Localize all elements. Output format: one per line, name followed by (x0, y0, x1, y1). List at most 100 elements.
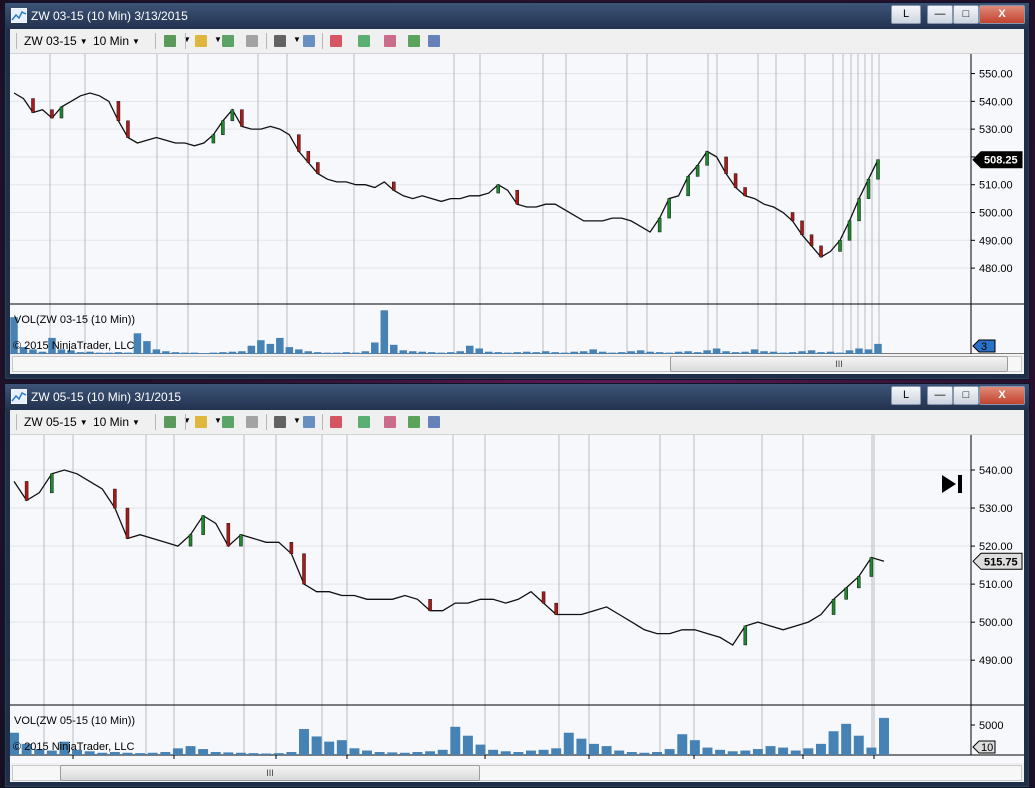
candlestick-style-icon[interactable] (162, 414, 180, 430)
toolbar-grip (16, 414, 17, 430)
chevron-down-icon[interactable]: ▼ (293, 35, 301, 51)
volume-bar (374, 752, 385, 755)
close-button[interactable]: X (979, 386, 1025, 405)
zoom-icon[interactable] (301, 33, 319, 49)
add-indicator-icon[interactable] (220, 414, 238, 430)
instrument-selector[interactable]: ZW 05-15 ▼ (24, 414, 88, 430)
window-titlebar[interactable]: ZW 05-15 (10 Min) 3/1/2015 L — □ X (5, 384, 1029, 410)
scrollbar-thumb[interactable]: III (670, 356, 1008, 372)
remove-indicator-icon[interactable] (244, 33, 262, 49)
price-chart-svg[interactable]: 550.00540.00530.00520.00510.00500.00490.… (10, 54, 1024, 354)
volume-bar (740, 750, 751, 755)
instrument-label: ZW 05-15 (24, 415, 77, 429)
y-tick-label: 480.00 (979, 263, 1013, 275)
down-candle (50, 109, 54, 119)
dollar-orders-icon[interactable] (406, 33, 424, 49)
chart-window-zw-05-15: ZW 05-15 (10 Min) 3/1/2015 L — □ X ZW 05… (4, 383, 1030, 788)
copyright-text: © 2015 NinjaTrader, LLC (13, 340, 134, 352)
properties-icon[interactable] (328, 414, 346, 430)
volume-bar (349, 748, 360, 755)
down-candle (554, 602, 558, 615)
down-candle (819, 245, 823, 258)
interval-selector[interactable]: 10 Min ▼ (93, 414, 140, 430)
data-box-icon[interactable] (426, 33, 444, 49)
close-button[interactable]: X (979, 5, 1025, 24)
pointer-icon[interactable] (272, 33, 290, 49)
up-candle (743, 625, 748, 646)
chart-trader-icon[interactable] (382, 414, 400, 430)
link-button[interactable]: L (891, 5, 921, 24)
window-title: ZW 05-15 (10 Min) 3/1/2015 (31, 390, 182, 404)
volume-bar (223, 752, 234, 755)
down-candle (24, 481, 29, 501)
strategies-icon[interactable] (356, 33, 374, 49)
y-tick-label: 500.00 (979, 617, 1013, 629)
up-candle (847, 220, 852, 241)
volume-bar (576, 738, 587, 755)
data-box-icon-glyph (428, 35, 440, 47)
instrument-selector[interactable]: ZW 03-15 ▼ (24, 33, 88, 49)
y-tick-label: 530.00 (979, 503, 1013, 515)
volume-bar (450, 726, 461, 755)
volume-bar (210, 752, 221, 755)
pointer-icon[interactable] (272, 414, 290, 430)
up-candle (211, 134, 216, 144)
volume-bar (387, 752, 398, 755)
minimize-button[interactable]: — (927, 5, 953, 24)
volume-bar (589, 743, 599, 755)
properties-icon[interactable] (328, 33, 346, 49)
maximize-button[interactable]: □ (953, 5, 979, 24)
pencil-draw-icon[interactable] (193, 414, 211, 430)
toolbar-separator (185, 414, 186, 430)
up-candle (876, 159, 880, 180)
y-tick-label: 530.00 (979, 124, 1013, 136)
down-candle (541, 591, 546, 604)
properties-icon-glyph (330, 416, 342, 428)
volume-bar (465, 345, 474, 354)
volume-bar (664, 749, 675, 755)
volume-bar (371, 342, 379, 354)
interval-selector[interactable]: 10 Min ▼ (93, 33, 140, 49)
volume-bar (248, 753, 259, 755)
volume-bar (147, 752, 158, 755)
scrollbar-thumb[interactable]: III (60, 765, 480, 781)
pencil-draw-icon[interactable] (193, 33, 211, 49)
go-to-live-bar-icon[interactable] (958, 475, 962, 493)
volume-bar (778, 747, 789, 755)
chart-window-zw-03-15: ZW 03-15 (10 Min) 3/13/2015 L — □ X ZW 0… (4, 2, 1030, 380)
zoom-icon-glyph (303, 416, 315, 428)
strategies-icon-glyph (358, 35, 370, 47)
volume-bar (143, 341, 151, 354)
candlestick-style-icon-glyph (164, 35, 176, 47)
volume-bar (266, 343, 275, 354)
dollar-orders-icon[interactable] (406, 414, 424, 430)
maximize-button[interactable]: □ (953, 386, 979, 405)
remove-indicator-icon[interactable] (244, 414, 262, 430)
last-price-label: 508.25 (984, 155, 1018, 167)
link-button[interactable]: L (891, 386, 921, 405)
down-candle (724, 156, 728, 174)
zoom-icon[interactable] (301, 414, 319, 430)
candlestick-style-icon[interactable] (162, 33, 180, 49)
data-box-icon[interactable] (426, 414, 444, 430)
volume-bar (311, 736, 322, 755)
price-chart-svg[interactable]: 540.00530.00520.00510.00500.00490.002/18… (10, 435, 1024, 763)
chart-trader-icon[interactable] (382, 33, 400, 49)
remove-indicator-icon-glyph (246, 416, 258, 428)
ninjatrader-app-icon (11, 389, 27, 404)
up-candle (239, 534, 243, 547)
window-titlebar[interactable]: ZW 03-15 (10 Min) 3/13/2015 L — □ X (5, 3, 1029, 29)
properties-icon-glyph (330, 35, 342, 47)
volume-bar (324, 741, 335, 755)
volume-bar (273, 753, 284, 755)
y-tick-label: 510.00 (979, 180, 1013, 192)
strategies-icon[interactable] (356, 414, 374, 430)
chevron-down-icon[interactable]: ▼ (293, 416, 301, 432)
minimize-button[interactable]: — (927, 386, 953, 405)
window-title: ZW 03-15 (10 Min) 3/13/2015 (31, 9, 188, 23)
add-indicator-icon[interactable] (220, 33, 238, 49)
chart-canvas[interactable]: 540.00530.00520.00510.00500.00490.002/18… (10, 435, 1024, 763)
volume-bar (133, 333, 142, 354)
chart-toolbar: ZW 05-15 ▼ 10 Min ▼ ▼ ▼ ▼ (10, 410, 1024, 435)
chart-canvas[interactable]: 550.00540.00530.00520.00510.00500.00490.… (10, 54, 1024, 354)
